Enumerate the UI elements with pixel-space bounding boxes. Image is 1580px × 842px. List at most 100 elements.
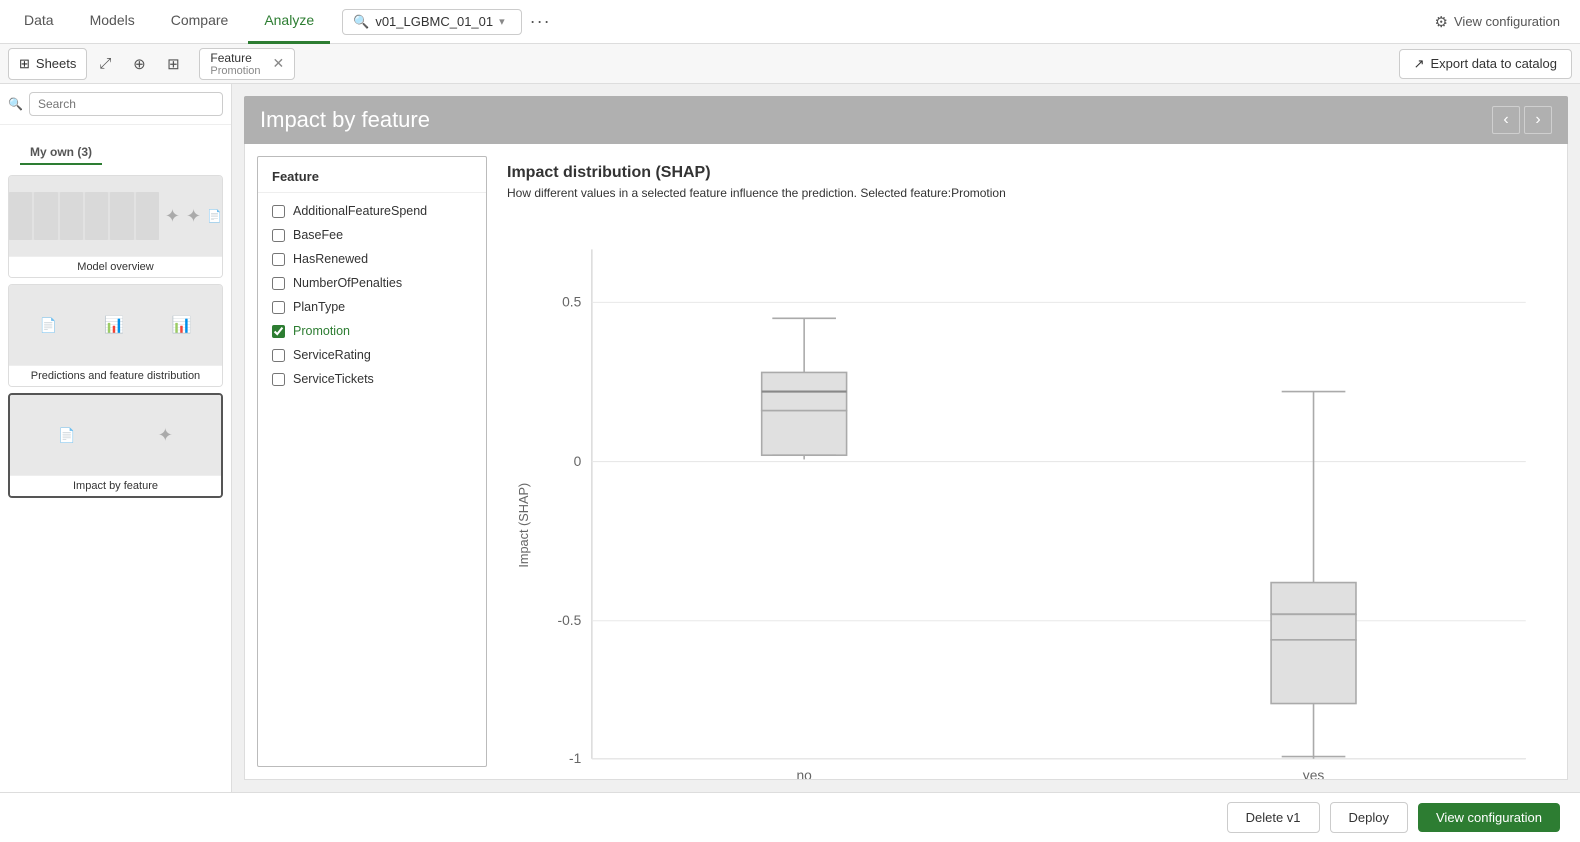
svg-text:yes: yes	[1303, 768, 1325, 780]
page-title: Impact by feature	[260, 107, 1492, 133]
section-label: My own (3)	[20, 137, 102, 165]
nav-right: ⚙ View configuration	[1423, 7, 1572, 37]
feature-list: AdditionalFeatureSpend BaseFee HasRenewe…	[258, 193, 486, 397]
feature-checkbox-servicerating[interactable]	[272, 349, 285, 362]
tab-models[interactable]: Models	[74, 0, 151, 44]
model-selector[interactable]: 🔍 v01_LGBMC_01_01 ▾	[342, 9, 522, 35]
puzzle-icon: ✦	[165, 206, 180, 227]
feature-tab-pill[interactable]: Feature Promotion ✕	[199, 48, 295, 80]
prev-arrow[interactable]: ‹	[1492, 106, 1520, 134]
feature-label-plantype: PlanType	[293, 300, 345, 314]
sheet-card-model-overview[interactable]: ✦ ✦ 📄 Model overview	[8, 175, 223, 278]
search-icon: 🔍	[8, 97, 23, 111]
grid-icon: ⊞	[19, 56, 30, 72]
feature-label-hasrenewed: HasRenewed	[293, 252, 368, 266]
bottom-bar: Delete v1 Deploy View configuration	[0, 792, 1580, 842]
tab-pill-main: Feature	[210, 51, 260, 65]
svg-text:-0.5: -0.5	[558, 613, 582, 628]
bar-chart-icon-2: 📊	[171, 315, 191, 335]
tab-close-button[interactable]: ✕	[273, 55, 285, 72]
sheet-card-predictions-label: Predictions and feature distribution	[9, 365, 222, 386]
search-bar: 🔍	[0, 84, 231, 125]
page-title-bar: Impact by feature ‹ ›	[244, 96, 1568, 144]
feature-label-additional: AdditionalFeatureSpend	[293, 204, 427, 218]
svg-text:0.5: 0.5	[562, 295, 581, 310]
feature-checkbox-servicetickets[interactable]	[272, 373, 285, 386]
feature-item-plantype[interactable]: PlanType	[258, 295, 486, 319]
feature-label-promotion: Promotion	[293, 324, 350, 338]
chart-title: Impact distribution (SHAP)	[507, 164, 1547, 182]
deploy-button[interactable]: Deploy	[1330, 802, 1408, 833]
doc-icon-3: 📄	[58, 427, 75, 444]
feature-item-basefee[interactable]: BaseFee	[258, 223, 486, 247]
sliders-icon: ⚙	[1435, 13, 1448, 31]
feature-item-penalties[interactable]: NumberOfPenalties	[258, 271, 486, 295]
feature-checkbox-hasrenewed[interactable]	[272, 253, 285, 266]
doc-icon-2: 📄	[40, 317, 57, 334]
feature-panel-title: Feature	[258, 157, 486, 193]
top-nav: Data Models Compare Analyze 🔍 v01_LGBMC_…	[0, 0, 1580, 44]
feature-label-servicerating: ServiceRating	[293, 348, 371, 362]
export-icon: ↗	[1414, 56, 1425, 72]
feature-panel: Feature AdditionalFeatureSpend BaseFee H…	[257, 156, 487, 767]
export-button[interactable]: ↗ Export data to catalog	[1399, 49, 1572, 79]
svg-text:-1: -1	[569, 751, 581, 766]
feature-checkbox-basefee[interactable]	[272, 229, 285, 242]
secondary-toolbar: ⊞ Sheets ⤢ ⊕ ⊞ Feature Promotion ✕ ↗ Exp…	[0, 44, 1580, 84]
toolbar-btn-3[interactable]: ⊞	[157, 48, 189, 80]
content-area: Impact by feature ‹ › Feature Additional…	[232, 84, 1580, 792]
chart-container: 0.5 0 -0.5 -1 Impact (SHAP)	[507, 216, 1547, 780]
sheets-label: Sheets	[36, 56, 76, 71]
feature-checkbox-plantype[interactable]	[272, 301, 285, 314]
chart-subtitle-feature: Promotion	[951, 186, 1006, 200]
feature-checkbox-additional[interactable]	[272, 205, 285, 218]
puzzle-icon-2: ✦	[186, 206, 201, 227]
main-layout: 🔍 My own (3) ✦ ✦	[0, 84, 1580, 792]
bar-chart-icon: 📊	[104, 315, 124, 335]
delete-button[interactable]: Delete v1	[1227, 802, 1320, 833]
view-configuration-button[interactable]: ⚙ View configuration	[1423, 7, 1572, 37]
sheet-card-impact[interactable]: 📄 ✦ Impact by feature	[8, 393, 223, 498]
content-body: Feature AdditionalFeatureSpend BaseFee H…	[244, 144, 1568, 780]
feature-checkbox-penalties[interactable]	[272, 277, 285, 290]
search-icon: 🔍	[353, 14, 369, 30]
doc-icon: 📄	[207, 209, 222, 223]
feature-label-penalties: NumberOfPenalties	[293, 276, 402, 290]
tab-pill-sub: Promotion	[210, 65, 260, 77]
sheets-button[interactable]: ⊞ Sheets	[8, 48, 87, 80]
more-options-button[interactable]: ···	[526, 8, 554, 36]
sheet-card-predictions[interactable]: 📄 📊 📊 Predictions and feature distributi…	[8, 284, 223, 387]
puzzle-icon-3: ✦	[158, 425, 173, 446]
feature-item-additional[interactable]: AdditionalFeatureSpend	[258, 199, 486, 223]
sheet-card-label: Model overview	[9, 256, 222, 277]
feature-item-servicetickets[interactable]: ServiceTickets	[258, 367, 486, 391]
svg-text:no: no	[796, 768, 812, 780]
view-config-label: View configuration	[1454, 14, 1560, 29]
model-selector-value: v01_LGBMC_01_01	[375, 14, 493, 29]
toolbar-btn-2[interactable]: ⊕	[123, 48, 155, 80]
feature-item-hasrenewed[interactable]: HasRenewed	[258, 247, 486, 271]
sidebar: 🔍 My own (3) ✦ ✦	[0, 84, 232, 792]
chevron-down-icon: ▾	[499, 15, 511, 28]
view-configuration-button-bottom[interactable]: View configuration	[1418, 803, 1560, 832]
search-input[interactable]	[29, 92, 223, 116]
feature-item-promotion[interactable]: Promotion	[258, 319, 486, 343]
svg-text:0: 0	[574, 454, 582, 469]
chart-svg: 0.5 0 -0.5 -1 Impact (SHAP)	[507, 216, 1547, 780]
next-arrow[interactable]: ›	[1524, 106, 1552, 134]
chart-subtitle: How different values in a selected featu…	[507, 186, 1547, 200]
tab-analyze[interactable]: Analyze	[248, 0, 330, 44]
feature-checkbox-promotion[interactable]	[272, 325, 285, 338]
feature-label-basefee: BaseFee	[293, 228, 343, 242]
tab-compare[interactable]: Compare	[155, 0, 245, 44]
tab-pill-content: Feature Promotion	[210, 51, 260, 77]
feature-label-servicetickets: ServiceTickets	[293, 372, 374, 386]
nav-arrows: ‹ ›	[1492, 106, 1552, 134]
export-label: Export data to catalog	[1431, 56, 1557, 71]
tab-data[interactable]: Data	[8, 0, 70, 44]
feature-item-servicerating[interactable]: ServiceRating	[258, 343, 486, 367]
toolbar-btn-1[interactable]: ⤢	[89, 48, 121, 80]
chart-subtitle-text: How different values in a selected featu…	[507, 186, 951, 200]
chart-area: Impact distribution (SHAP) How different…	[487, 144, 1567, 779]
sheet-card-impact-label: Impact by feature	[10, 475, 221, 496]
